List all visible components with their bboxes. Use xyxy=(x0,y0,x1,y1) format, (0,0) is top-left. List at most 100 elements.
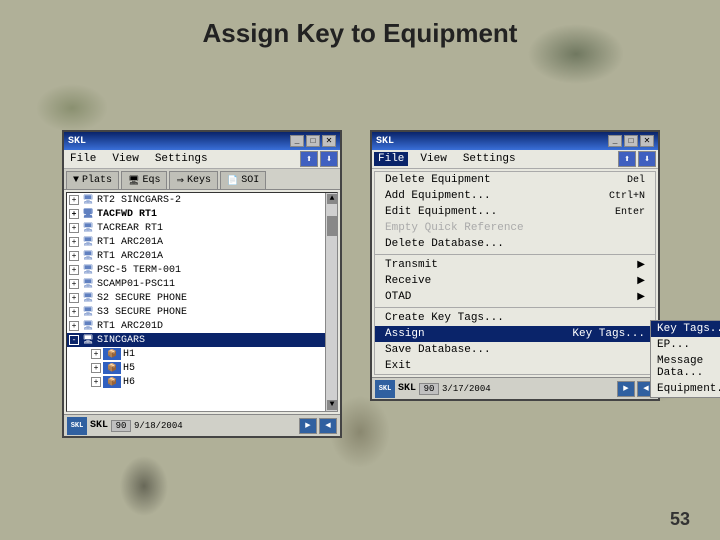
menu-save-database[interactable]: Save Database... xyxy=(375,342,655,358)
tab-plats-label: Plats xyxy=(82,175,112,186)
menu-transmit[interactable]: Transmit ▶ xyxy=(375,257,655,273)
expand-s2phone[interactable]: + xyxy=(69,293,79,303)
delete-database-label: Delete Database... xyxy=(385,238,504,250)
maximize-button[interactable]: □ xyxy=(306,135,320,147)
otad-label: OTAD xyxy=(385,291,411,303)
left-menu-settings[interactable]: Settings xyxy=(151,152,212,166)
tab-eqs-label: Eqs xyxy=(142,175,160,186)
tree-label-arc201a-1: RT1 ARC201A xyxy=(97,237,163,248)
expand-h6[interactable]: + xyxy=(91,377,101,387)
tree-item-tacfwd[interactable]: + 🖥 TACFWD RT1 xyxy=(67,207,337,221)
left-scrollbar-thumb[interactable] xyxy=(327,216,337,236)
tab-plats[interactable]: ▼ Plats xyxy=(66,171,119,189)
tree-label-sincgars: SINCGARS xyxy=(97,335,145,346)
otad-arrow: ▶ xyxy=(637,291,645,303)
right-window-title: SKL xyxy=(376,136,394,147)
add-equipment-label: Add Equipment... xyxy=(385,190,491,202)
left-skl-label: SKL xyxy=(90,420,108,431)
tree-item-rt2[interactable]: + 🖥 RT2 SINCGARS-2 xyxy=(67,193,337,207)
left-window-title: SKL xyxy=(68,136,86,147)
tree-item-scamp[interactable]: + 🖥 SCAMP01-PSC11 xyxy=(67,277,337,291)
submenu-item-ep[interactable]: EP... xyxy=(651,337,720,353)
right-maximize-button[interactable]: □ xyxy=(624,135,638,147)
tree-item-h6[interactable]: + 📦 H6 xyxy=(67,375,337,389)
device-icon-h5: 📦 xyxy=(103,362,121,374)
right-toolbar-icon-2[interactable]: ⬇ xyxy=(638,151,656,167)
menu-otad[interactable]: OTAD ▶ xyxy=(375,289,655,305)
assign-label: Assign xyxy=(385,328,425,340)
left-menu-view[interactable]: View xyxy=(108,152,142,166)
expand-arc201a-1[interactable]: + xyxy=(69,237,79,247)
submenu-item-keytags[interactable]: Key Tags... xyxy=(651,321,720,337)
tree-item-arc201a-1[interactable]: + 🖥 RT1 ARC201A xyxy=(67,235,337,249)
device-icon-sincgars: 🖥 xyxy=(81,334,95,346)
device-icon-arc201a-2: 🖥 xyxy=(81,250,95,262)
expand-sincgars[interactable]: - xyxy=(69,335,79,345)
tree-label-s3phone: S3 SECURE PHONE xyxy=(97,307,187,318)
menu-delete-database[interactable]: Delete Database... xyxy=(375,236,655,252)
right-status-icon-1[interactable]: ▶ xyxy=(617,381,635,397)
device-icon-arc201d: 🖥 xyxy=(81,320,95,332)
tree-item-s2phone[interactable]: + 🖥 S2 SECURE PHONE xyxy=(67,291,337,305)
right-menu-settings[interactable]: Settings xyxy=(459,152,520,166)
tree-label-arc201d: RT1 ARC201D xyxy=(97,321,163,332)
right-toolbar-icon-1[interactable]: ⬆ xyxy=(618,151,636,167)
right-close-button[interactable]: ✕ xyxy=(640,135,654,147)
expand-h1[interactable]: + xyxy=(91,349,101,359)
submenu-item-equipment[interactable]: Equipment... xyxy=(651,381,720,397)
menu-delete-equipment[interactable]: Delete Equipment Del xyxy=(375,172,655,188)
left-scrollbar[interactable]: ▲ ▼ xyxy=(325,193,337,411)
toolbar-icon-2[interactable]: ⬇ xyxy=(320,151,338,167)
menu-edit-equipment[interactable]: Edit Equipment... Enter xyxy=(375,204,655,220)
tree-item-s3phone[interactable]: + 🖥 S3 SECURE PHONE xyxy=(67,305,337,319)
close-button[interactable]: ✕ xyxy=(322,135,336,147)
tree-item-psc5[interactable]: + 🖥 PSC-5 TERM-001 xyxy=(67,263,337,277)
menu-exit[interactable]: Exit xyxy=(375,358,655,374)
menu-assign[interactable]: Assign Key Tags... xyxy=(375,326,655,342)
device-icon-rt2: 🖥 xyxy=(81,194,95,206)
tree-label-psc5: PSC-5 TERM-001 xyxy=(97,265,181,276)
expand-arc201a-2[interactable]: + xyxy=(69,251,79,261)
empty-quick-label: Empty Quick Reference xyxy=(385,222,524,234)
tree-item-arc201a-2[interactable]: + 🖥 RT1 ARC201A xyxy=(67,249,337,263)
expand-arc201d[interactable]: + xyxy=(69,321,79,331)
expand-rt2[interactable]: + xyxy=(69,195,79,205)
tree-item-arc201d[interactable]: + 🖥 RT1 ARC201D xyxy=(67,319,337,333)
tree-label-rt2: RT2 SINCGARS-2 xyxy=(97,195,181,206)
exit-label: Exit xyxy=(385,360,411,372)
tree-item-tacrear[interactable]: + 🖥 TACREAR RT1 xyxy=(67,221,337,235)
right-menu-view[interactable]: View xyxy=(416,152,450,166)
expand-s3phone[interactable]: + xyxy=(69,307,79,317)
left-status-icon-1[interactable]: ▶ xyxy=(299,418,317,434)
left-status-icon-2[interactable]: ◀ xyxy=(319,418,337,434)
expand-tacrear[interactable]: + xyxy=(69,223,79,233)
tab-soi[interactable]: 📄 SOI xyxy=(220,171,266,189)
expand-scamp[interactable]: + xyxy=(69,279,79,289)
save-database-label: Save Database... xyxy=(385,344,491,356)
tree-label-tacfwd: TACFWD RT1 xyxy=(97,209,157,220)
tab-eqs[interactable]: 🖥 Eqs xyxy=(121,171,167,189)
toolbar-icon-1[interactable]: ⬆ xyxy=(300,151,318,167)
menu-add-equipment[interactable]: Add Equipment... Ctrl+N xyxy=(375,188,655,204)
tree-item-sincgars[interactable]: - 🖥 SINCGARS xyxy=(67,333,337,347)
separator-2 xyxy=(375,307,655,308)
expand-h5[interactable]: + xyxy=(91,363,101,373)
device-icon-s2phone: 🖥 xyxy=(81,292,95,304)
tree-item-h1[interactable]: + 📦 H1 xyxy=(67,347,337,361)
submenu-item-message-data[interactable]: Message Data... xyxy=(651,353,720,381)
tab-keys[interactable]: ⇒ Keys xyxy=(169,171,218,189)
right-menu-file[interactable]: File xyxy=(374,152,408,166)
tab-soi-label: SOI xyxy=(241,175,259,186)
right-title-buttons: _ □ ✕ xyxy=(608,135,654,147)
assign-row-container: Assign Key Tags... Key Tags... EP... Mes… xyxy=(375,326,655,342)
add-equipment-shortcut: Ctrl+N xyxy=(609,191,645,202)
right-minimize-button[interactable]: _ xyxy=(608,135,622,147)
menu-receive[interactable]: Receive ▶ xyxy=(375,273,655,289)
expand-tacfwd[interactable]: + xyxy=(69,209,79,219)
left-menu-file[interactable]: File xyxy=(66,152,100,166)
left-window: SKL _ □ ✕ File View Settings ⬆ ⬇ ▼ Plats… xyxy=(62,130,342,438)
menu-create-key-tags[interactable]: Create Key Tags... xyxy=(375,310,655,326)
minimize-button[interactable]: _ xyxy=(290,135,304,147)
expand-psc5[interactable]: + xyxy=(69,265,79,275)
tree-item-h5[interactable]: + 📦 H5 xyxy=(67,361,337,375)
